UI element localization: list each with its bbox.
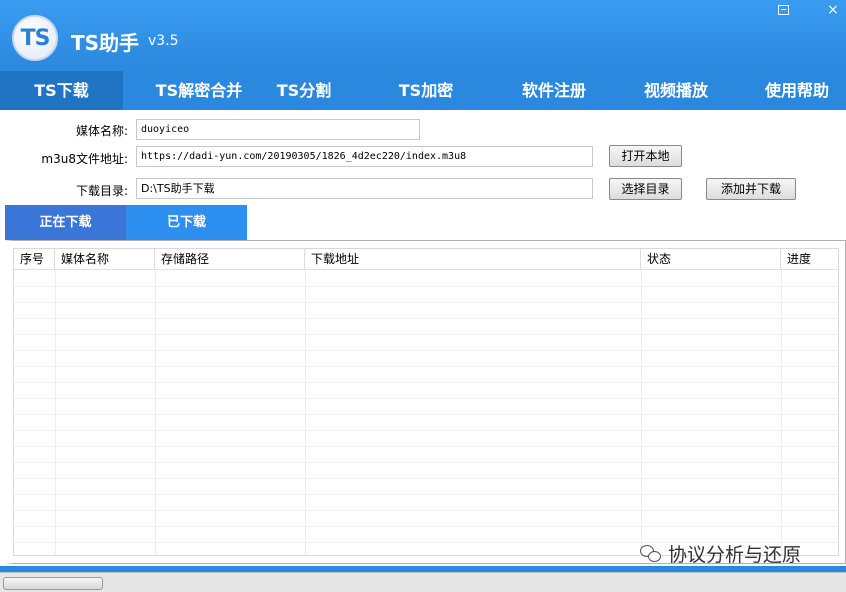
wechat-icon <box>640 545 662 563</box>
table-header: 序号 媒体名称 存储路径 下载地址 状态 进度 <box>14 249 838 270</box>
col-header-download-url[interactable]: 下载地址 <box>305 249 641 270</box>
tab-help[interactable]: 使用帮助 <box>748 71 846 110</box>
column-divider <box>781 270 782 555</box>
minimize-button[interactable] <box>775 2 791 18</box>
app-title: TS助手 <box>71 31 140 55</box>
col-header-status[interactable]: 状态 <box>641 249 781 270</box>
download-table: 序号 媒体名称 存储路径 下载地址 状态 进度 <box>13 248 839 556</box>
add-and-download-button[interactable]: 添加并下载 <box>706 178 796 200</box>
watermark-text: 协议分析与还原 <box>668 544 802 566</box>
table-row-line <box>14 318 838 319</box>
close-button[interactable]: × <box>825 2 841 18</box>
tab-register[interactable]: 软件注册 <box>505 71 603 110</box>
media-name-label: 媒体名称: <box>75 124 128 138</box>
tab-ts-decrypt-merge[interactable]: TS解密合并 <box>140 71 258 110</box>
table-row-line <box>14 366 838 367</box>
m3u8-url-input[interactable]: https://dadi-yun.com/20190305/1826_4d2ec… <box>136 146 593 167</box>
tab-video-play[interactable]: 视频播放 <box>627 71 725 110</box>
table-row-line <box>14 478 838 479</box>
watermark: 协议分析与还原 <box>640 540 801 567</box>
horizontal-scrollbar[interactable] <box>0 572 846 592</box>
table-row-line <box>14 286 838 287</box>
download-dir-label: 下载目录: <box>75 184 128 198</box>
choose-dir-button[interactable]: 选择目录 <box>609 178 682 200</box>
download-dir-input[interactable]: D:\TS助手下载 <box>136 178 593 199</box>
media-name-input[interactable]: duoyiceo <box>136 119 420 140</box>
table-row-line <box>14 430 838 431</box>
m3u8-url-label: m3u8文件地址: <box>41 152 128 166</box>
table-row-line <box>14 398 838 399</box>
tab-ts-encrypt[interactable]: TS加密 <box>382 71 470 110</box>
table-row-line <box>14 350 838 351</box>
column-divider <box>305 270 306 555</box>
table-row-line <box>14 414 838 415</box>
col-header-media-name[interactable]: 媒体名称 <box>55 249 155 270</box>
table-row-line <box>14 510 838 511</box>
app-version: v3.5 <box>148 33 179 49</box>
app-logo: TS <box>12 15 58 61</box>
table-row-line <box>14 334 838 335</box>
table-row-line <box>14 382 838 383</box>
column-divider <box>55 270 56 555</box>
table-row-line <box>14 302 838 303</box>
col-header-storage-path[interactable]: 存储路径 <box>155 249 305 270</box>
logo-text: TS <box>20 25 51 51</box>
tab-ts-download[interactable]: TS下载 <box>0 71 123 110</box>
scrollbar-thumb[interactable] <box>3 577 103 590</box>
main-nav: TS下载 TS解密合并 TS分割 TS加密 软件注册 视频播放 使用帮助 <box>0 71 846 110</box>
tab-downloaded[interactable]: 已下载 <box>126 205 247 240</box>
table-row-line <box>14 462 838 463</box>
table-row-line <box>14 494 838 495</box>
table-row-line <box>14 446 838 447</box>
open-local-button[interactable]: 打开本地 <box>609 145 682 167</box>
title-bar: TS TS助手 v3.5 × <box>0 0 846 71</box>
table-row-line <box>14 526 838 527</box>
col-header-progress[interactable]: 进度 <box>781 249 838 270</box>
col-header-index[interactable]: 序号 <box>14 249 55 270</box>
tab-ts-split[interactable]: TS分割 <box>260 71 348 110</box>
close-icon: × <box>827 2 839 18</box>
tab-downloading[interactable]: 正在下载 <box>5 205 126 240</box>
column-divider <box>155 270 156 555</box>
column-divider <box>641 270 642 555</box>
minimize-icon <box>777 5 789 15</box>
